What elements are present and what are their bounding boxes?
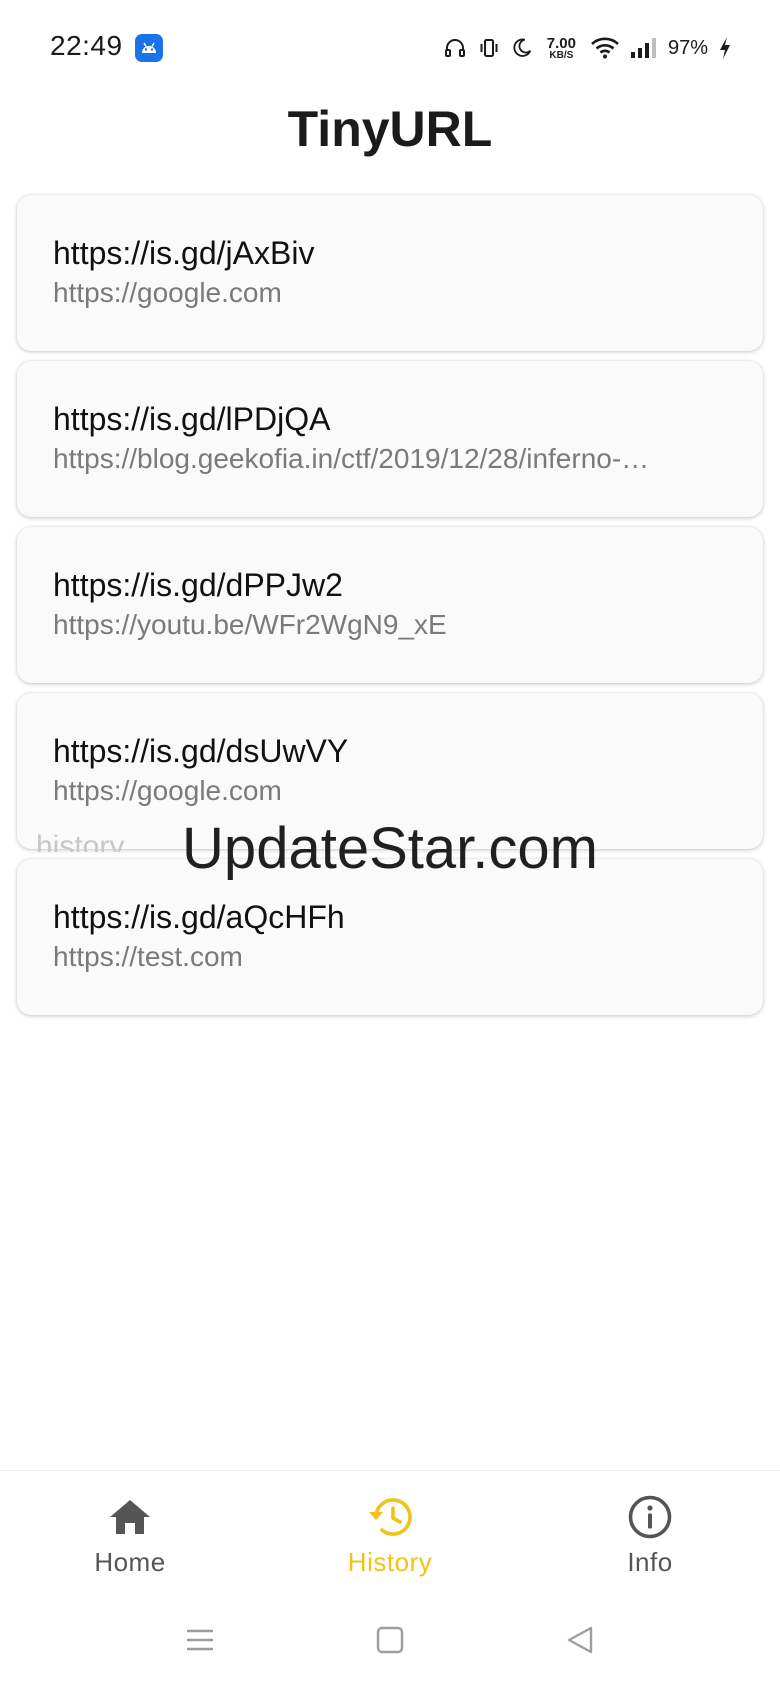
signal-icon — [630, 37, 658, 59]
short-url: https://is.gd/jAxBiv — [53, 235, 315, 271]
nav-label-history: History — [347, 1547, 433, 1577]
nav-item-home[interactable]: Home — [30, 1471, 230, 1591]
do-not-disturb-moon-icon — [511, 37, 533, 59]
short-url: https://is.gd/dsUwVY — [53, 733, 349, 769]
status-icons: 7.00 KB/S 97% — [443, 32, 732, 64]
history-card[interactable]: https://is.gd/jAxBiv https://google.com — [17, 195, 763, 351]
long-url: https://blog.geekofia.in/ctf/2019/12/28/… — [53, 443, 650, 474]
nav-label-home: Home — [94, 1547, 166, 1577]
nav-item-info[interactable]: Info — [550, 1471, 750, 1591]
nav-item-history[interactable]: History — [290, 1471, 490, 1591]
history-card[interactable]: https://is.gd/dPPJw2 https://youtu.be/WF… — [17, 527, 763, 683]
battery-percentage: 97% — [667, 36, 708, 59]
headphones-icon — [443, 36, 467, 60]
network-speed-unit: KB/S — [549, 49, 574, 61]
short-url: https://is.gd/lPDjQA — [53, 401, 331, 437]
history-card[interactable]: https://is.gd/lPDjQA https://blog.geekof… — [17, 361, 763, 517]
status-bar: 22:49 7.00 KB/S 97% — [0, 0, 780, 95]
vibrate-icon — [477, 36, 501, 60]
status-time: 22:49 — [50, 30, 123, 61]
short-url: https://is.gd/dPPJw2 — [53, 567, 343, 603]
network-speed-value: 7.00 — [546, 34, 576, 52]
home-icon — [106, 1493, 154, 1541]
menu-icon[interactable] — [180, 1620, 220, 1660]
bottom-navigation: Home History Info — [0, 1470, 780, 1591]
long-url: https://google.com — [53, 775, 282, 806]
android-app-icon — [135, 34, 163, 62]
wifi-icon — [590, 36, 620, 60]
short-url: https://is.gd/aQcHFh — [53, 899, 345, 935]
page-title: TinyURL — [287, 101, 493, 157]
charging-bolt-icon — [718, 36, 732, 60]
watermark: UpdateStar.com — [182, 816, 598, 881]
long-url: https://youtu.be/WFr2WgN9_xE — [53, 609, 447, 640]
long-url: https://google.com — [53, 277, 282, 308]
history-icon — [366, 1493, 414, 1541]
history-list: https://is.gd/jAxBiv https://google.com … — [17, 195, 763, 1025]
network-speed: 7.00 KB/S — [547, 36, 576, 61]
back-triangle-icon[interactable] — [560, 1620, 600, 1660]
history-card[interactable]: https://is.gd/aQcHFh https://test.com — [17, 859, 763, 1015]
long-url: https://test.com — [53, 941, 243, 972]
nav-label-info: Info — [627, 1547, 673, 1577]
info-icon — [626, 1493, 674, 1541]
home-square-icon[interactable] — [370, 1620, 410, 1660]
system-navigation-bar — [0, 1610, 780, 1670]
